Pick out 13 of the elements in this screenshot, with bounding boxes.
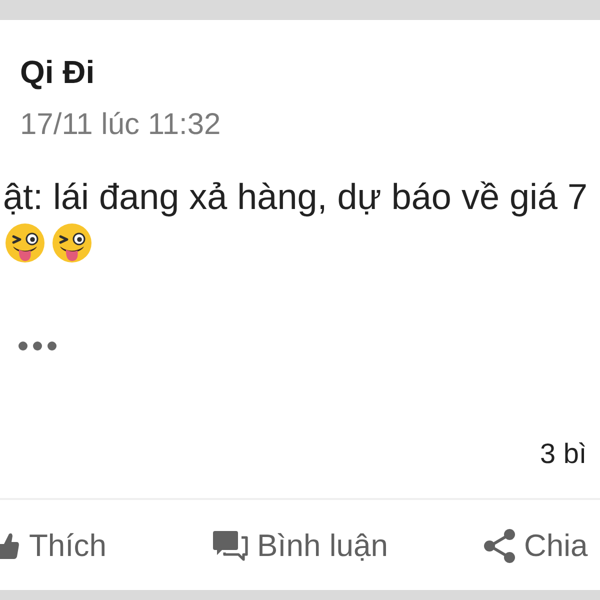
like-button[interactable]: Thích xyxy=(0,521,107,571)
speech-bubbles-icon xyxy=(213,530,248,562)
post-timestamp[interactable]: 17/11 lúc 11:32 xyxy=(20,107,221,143)
ellipsis-icon[interactable] xyxy=(18,341,57,351)
share-button[interactable]: Chia xyxy=(484,521,588,571)
comment-button[interactable]: Bình luận xyxy=(213,521,388,571)
winking-tongue-face-icon xyxy=(52,223,92,263)
post-text: ật: lái đang xả hàng, dự báo về giá 7 xyxy=(3,175,588,219)
share-icon xyxy=(484,529,515,563)
winking-tongue-face-icon xyxy=(5,223,45,263)
author-name[interactable]: Qi Đi xyxy=(20,53,95,91)
thumbs-up-icon xyxy=(0,532,19,560)
comment-count[interactable]: 3 bì xyxy=(540,437,587,471)
